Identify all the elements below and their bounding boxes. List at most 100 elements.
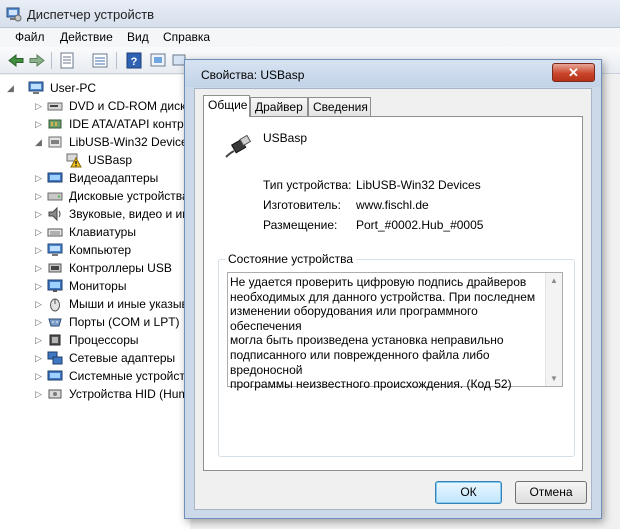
- menu-help[interactable]: Справка: [163, 30, 210, 44]
- device-status-text: Не удается проверить цифровую подпись др…: [230, 275, 536, 392]
- device-name: USBasp: [263, 131, 308, 145]
- expand-arrow-icon[interactable]: ▷: [35, 119, 43, 129]
- scroll-up-arrow-icon[interactable]: ▲: [550, 276, 558, 285]
- status-scrollbar[interactable]: ▲ ▼: [545, 273, 562, 386]
- tree-item-label: Мониторы: [69, 279, 127, 293]
- tree-item-keyboard[interactable]: ▷ Клавиатуры: [0, 223, 190, 241]
- network-adapter-icon: [47, 351, 63, 365]
- warning-device-icon: [66, 153, 82, 168]
- menu-action[interactable]: Действие: [60, 30, 113, 44]
- tab-general[interactable]: Общие: [203, 95, 250, 117]
- tree-item-ide[interactable]: ▷ IDE ATA/ATAPI контроллеры: [0, 115, 226, 133]
- tree-item-usb-controllers[interactable]: ▷ Контроллеры USB: [0, 259, 190, 277]
- expand-arrow-icon[interactable]: ▷: [35, 317, 43, 327]
- dialog-titlebar: Свойства: USBasp ✕: [185, 60, 601, 87]
- manufacturer-value: www.fischl.de: [356, 198, 429, 212]
- tree-item-computer[interactable]: ▷ Компьютер: [0, 241, 190, 259]
- device-status-textbox[interactable]: Не удается проверить цифровую подпись др…: [227, 272, 563, 391]
- tree-item-usbasp[interactable]: USBasp: [0, 151, 190, 169]
- display-adapter-icon: [47, 172, 63, 183]
- menu-file[interactable]: Файл: [15, 30, 45, 44]
- tree-item-video[interactable]: ▷ Видеоадаптеры: [0, 169, 190, 187]
- expand-arrow-icon[interactable]: ▷: [35, 389, 43, 399]
- tree-item-mice[interactable]: ▷ Мыши и иные указывающие устройства: [0, 295, 292, 313]
- tree-item-label: Системные устройства: [69, 369, 198, 383]
- tree-item-label: Контроллеры USB: [69, 261, 172, 275]
- collapse-arrow-icon[interactable]: ◢: [7, 83, 15, 93]
- ok-button[interactable]: ОК: [435, 481, 502, 504]
- tree-item-sound[interactable]: ▷ Звуковые, видео и игровые устройства: [0, 205, 287, 223]
- usb-controller-icon: [48, 263, 62, 273]
- mouse-icon: [50, 298, 60, 312]
- tree-item-label: LibUSB-Win32 Devices: [69, 135, 194, 149]
- usb-device-icon: [48, 136, 62, 148]
- expand-arrow-icon[interactable]: ▷: [35, 335, 43, 345]
- device-type-label: Тип устройства:: [263, 178, 352, 192]
- back-arrow-icon[interactable]: [6, 51, 26, 70]
- dvd-drive-icon: [47, 102, 63, 111]
- location-label: Размещение:: [263, 218, 338, 232]
- expand-arrow-icon[interactable]: ▷: [35, 173, 43, 183]
- svg-text:?: ?: [131, 56, 138, 68]
- expand-arrow-icon[interactable]: ▷: [35, 209, 43, 219]
- menu-bar: Файл Действие Вид Справка: [0, 28, 620, 47]
- expand-arrow-icon[interactable]: ▷: [35, 191, 43, 201]
- sound-icon: [48, 206, 61, 222]
- dialog-body: Общие Драйвер Сведения USBasp Тип устрой…: [194, 88, 592, 510]
- device-status-title: Состояние устройства: [225, 252, 357, 266]
- tab-driver[interactable]: Драйвер: [250, 97, 308, 116]
- tree-item-label: USBasp: [88, 153, 133, 167]
- processor-icon: [49, 334, 61, 346]
- usb-cable-icon: [225, 134, 252, 158]
- forward-arrow-icon[interactable]: [27, 51, 47, 70]
- tree-item-label: Видеоадаптеры: [69, 171, 159, 185]
- expand-arrow-icon[interactable]: ▷: [35, 353, 43, 363]
- monitor-icon: [47, 279, 63, 292]
- system-device-icon: [47, 370, 63, 381]
- tree-item-label: Процессоры: [69, 333, 139, 347]
- tree-item-network[interactable]: ▷ Сетевые адаптеры: [0, 349, 190, 367]
- tree-item-label: Сетевые адаптеры: [69, 351, 176, 365]
- tree-item-system[interactable]: ▷ Системные устройства: [0, 367, 198, 385]
- tree-item-monitors[interactable]: ▷ Мониторы: [0, 277, 190, 295]
- cancel-button[interactable]: Отмена: [515, 481, 587, 504]
- tree-item-label: Компьютер: [69, 243, 132, 257]
- help-icon[interactable]: ?: [124, 51, 144, 70]
- manufacturer-label: Изготовитель:: [263, 198, 341, 212]
- keyboard-icon: [47, 228, 63, 237]
- computer-icon: [47, 243, 63, 256]
- expand-arrow-icon[interactable]: ▷: [35, 281, 43, 291]
- expand-arrow-icon[interactable]: ▷: [35, 263, 43, 273]
- properties-sheet-icon[interactable]: [57, 51, 77, 70]
- tree-view-icon[interactable]: [90, 51, 110, 70]
- collapse-arrow-icon[interactable]: ◢: [35, 137, 43, 147]
- tree-item-disk[interactable]: ▷ Дисковые устройства: [0, 187, 190, 205]
- ide-controller-icon: [48, 119, 62, 129]
- expand-arrow-icon[interactable]: ▷: [35, 245, 43, 255]
- location-value: Port_#0002.Hub_#0005: [356, 218, 484, 232]
- menu-view[interactable]: Вид: [127, 30, 149, 44]
- scan-hardware-icon[interactable]: [148, 51, 168, 70]
- tree-item-ports[interactable]: ▷ Порты (COM и LPT): [0, 313, 190, 331]
- expand-arrow-icon[interactable]: ▷: [35, 101, 43, 111]
- tree-item-processors[interactable]: ▷ Процессоры: [0, 331, 190, 349]
- tree-item-hid[interactable]: ▷ Устройства HID (Human Interface Device…: [0, 385, 302, 403]
- tree-item-label: Порты (COM и LPT): [69, 315, 180, 329]
- scroll-down-arrow-icon[interactable]: ▼: [550, 374, 558, 383]
- expand-arrow-icon[interactable]: ▷: [35, 371, 43, 381]
- hid-icon: [48, 389, 62, 399]
- computer-icon: [28, 81, 44, 94]
- close-button[interactable]: ✕: [552, 63, 595, 82]
- disk-drive-icon: [47, 192, 63, 201]
- tree-item-libusb[interactable]: ◢ LibUSB-Win32 Devices: [0, 133, 194, 151]
- tree-item-label: Дисковые устройства: [69, 189, 189, 203]
- tree-item-label: Клавиатуры: [69, 225, 136, 239]
- expand-arrow-icon[interactable]: ▷: [35, 227, 43, 237]
- tab-details[interactable]: Сведения: [308, 97, 371, 116]
- tree-item-dvd[interactable]: ▷ DVD и CD-ROM дисководы: [0, 97, 220, 115]
- expand-arrow-icon[interactable]: ▷: [35, 299, 43, 309]
- tree-root[interactable]: ◢ User-PC: [0, 79, 190, 97]
- tree-root-label: User-PC: [50, 81, 97, 95]
- device-manager-icon: [6, 7, 22, 22]
- device-status-group: Состояние устройства Не удается проверит…: [218, 252, 575, 457]
